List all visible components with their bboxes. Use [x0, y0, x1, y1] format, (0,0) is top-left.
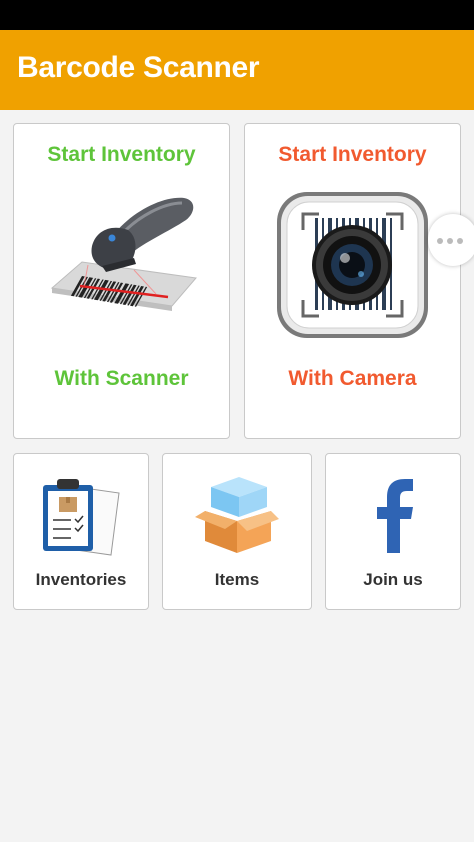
box-icon — [195, 477, 279, 553]
facebook-icon — [377, 479, 413, 553]
status-bar — [0, 0, 474, 30]
start-inventory-camera-card[interactable]: Start Inventory With Camera — [244, 123, 461, 439]
inventories-card[interactable]: Inventories — [13, 453, 149, 610]
app-title: Barcode Scanner — [17, 51, 260, 84]
floating-more-button[interactable] — [428, 214, 474, 266]
camera-scan-icon — [277, 192, 428, 338]
more-dot — [457, 238, 463, 244]
join-us-label: Join us — [363, 570, 423, 589]
camera-card-title: Start Inventory — [278, 143, 427, 166]
barcode-scanner-icon — [50, 197, 197, 311]
join-us-card[interactable]: Join us — [325, 453, 461, 610]
inventories-label: Inventories — [35, 570, 127, 589]
more-dot — [447, 238, 453, 244]
items-label: Items — [214, 570, 260, 589]
clipboard-icon — [43, 479, 120, 556]
more-dots-icon — [437, 238, 443, 244]
app-bar: Barcode Scanner — [0, 30, 474, 110]
scanner-card-subtitle: With Scanner — [54, 367, 189, 390]
camera-card-subtitle: With Camera — [288, 367, 417, 390]
items-card[interactable]: Items — [162, 453, 312, 610]
start-inventory-scanner-card[interactable]: Start Inventory With Scanner — [13, 123, 230, 439]
scanner-card-title: Start Inventory — [47, 143, 196, 166]
